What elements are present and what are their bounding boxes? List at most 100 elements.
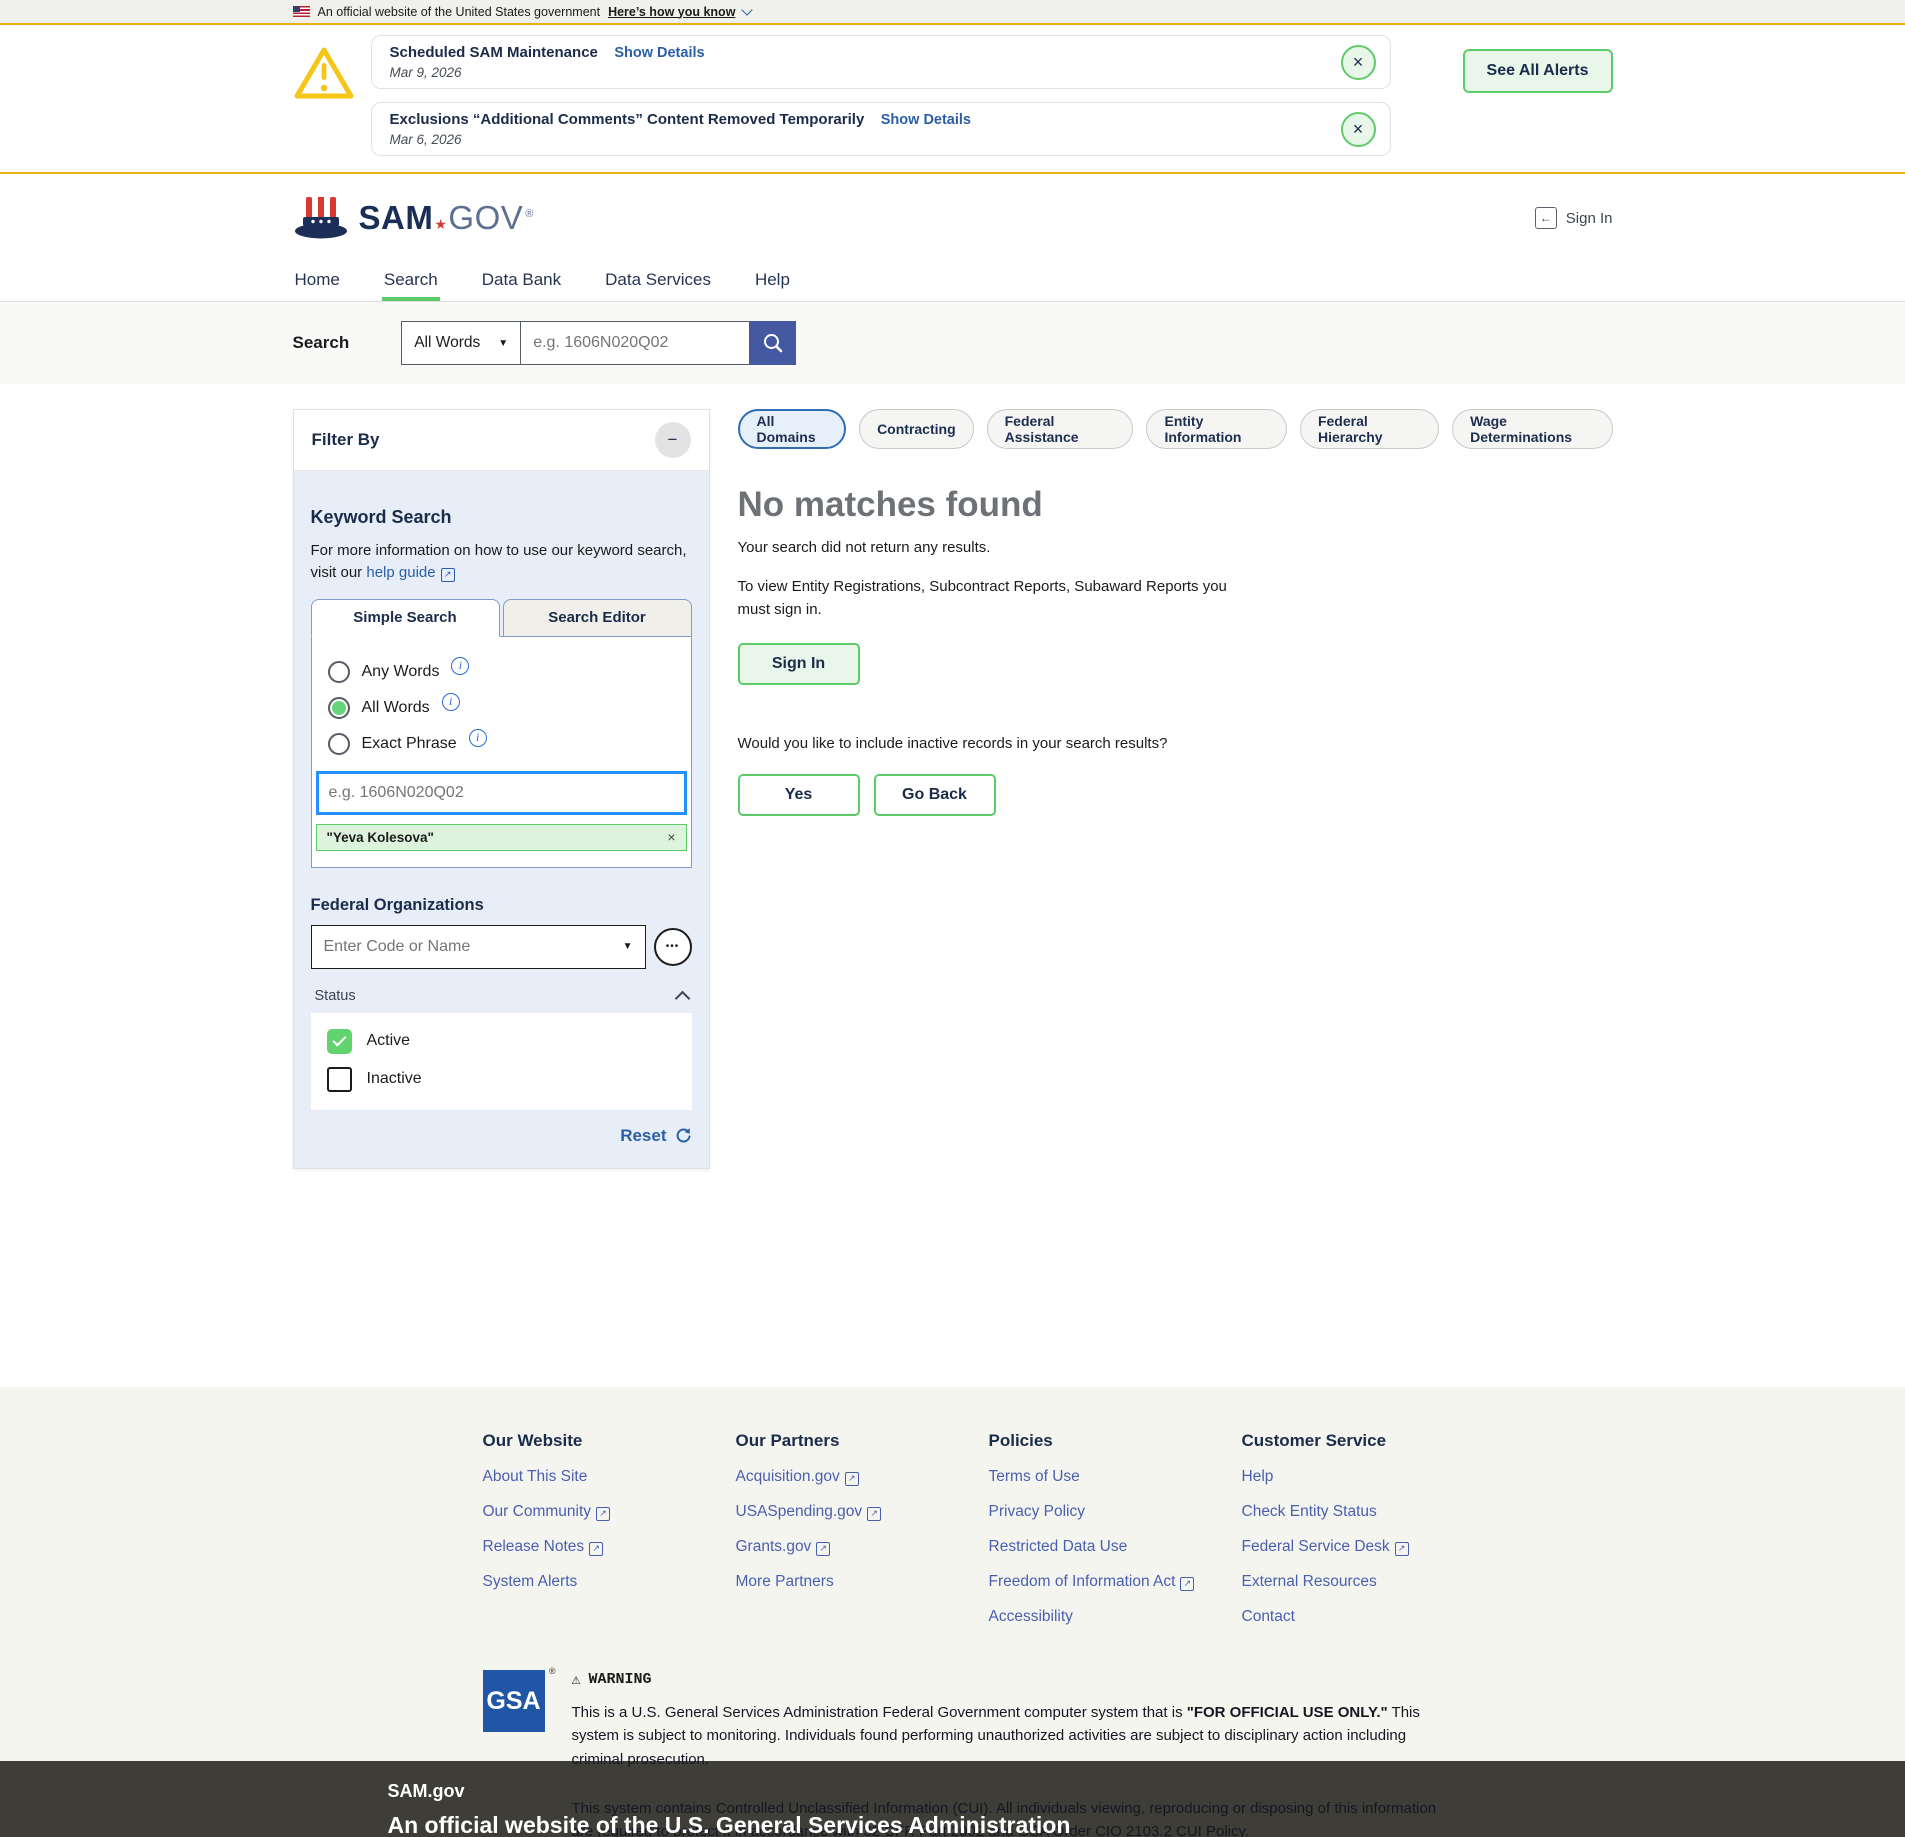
footer-col-heading: Our Partners	[736, 1431, 989, 1451]
reset-filters-link[interactable]: Reset	[620, 1126, 666, 1146]
radio-label: Any Words	[362, 663, 440, 681]
main-content: Filter By − Keyword Search For more info…	[293, 384, 1613, 1387]
search-mode-select[interactable]: All Words ▼	[401, 321, 521, 365]
info-icon[interactable]: i	[469, 729, 487, 747]
sign-in-button[interactable]: Sign In	[738, 643, 860, 685]
gov-banner: An official website of the United States…	[0, 0, 1905, 25]
sign-in-link[interactable]: ← Sign In	[1535, 207, 1613, 229]
footer-link-about-this-site[interactable]: About This Site	[483, 1468, 736, 1486]
keyword-input[interactable]	[316, 771, 687, 815]
tab-simple-search[interactable]: Simple Search	[311, 599, 500, 637]
footer-link-privacy-policy[interactable]: Privacy Policy	[989, 1503, 1242, 1521]
footer-link-terms-of-use[interactable]: Terms of Use	[989, 1468, 1242, 1486]
tab-search-editor[interactable]: Search Editor	[503, 599, 692, 637]
logo-gov-text: GOV	[448, 199, 523, 237]
alert-close-button[interactable]: ×	[1341, 112, 1376, 147]
footer-link-check-entity-status[interactable]: Check Entity Status	[1242, 1503, 1495, 1521]
refresh-icon[interactable]	[675, 1127, 692, 1144]
help-guide-link[interactable]: help guide↗	[366, 564, 454, 581]
sam-gov-page: An official website of the United States…	[0, 0, 1905, 1837]
no-results-message: Your search did not return any results.	[738, 539, 1613, 556]
alert-close-button[interactable]: ×	[1341, 45, 1376, 80]
sign-in-required-message: To view Entity Registrations, Subcontrac…	[738, 576, 1238, 621]
footer-link-acquisition-gov[interactable]: Acquisition.gov↗	[736, 1468, 989, 1486]
footer-col-our-website: Our Website About This Site Our Communit…	[483, 1431, 736, 1626]
pill-all-domains[interactable]: All Domains	[738, 409, 847, 449]
status-options: Active Inactive	[311, 1013, 692, 1110]
pill-contracting[interactable]: Contracting	[859, 409, 974, 449]
pill-federal-hierarchy[interactable]: Federal Hierarchy	[1300, 409, 1439, 449]
checkbox-active[interactable]: Active	[327, 1029, 692, 1054]
footer-link-contact[interactable]: Contact	[1242, 1608, 1495, 1626]
org-more-options-button[interactable]: •••	[654, 928, 692, 966]
footer-link-system-alerts[interactable]: System Alerts	[483, 1573, 736, 1591]
federal-org-placeholder: Enter Code or Name	[324, 938, 471, 956]
info-icon[interactable]: i	[451, 657, 469, 675]
nav-item-search[interactable]: Search	[382, 262, 440, 301]
ellipsis-icon: •••	[666, 941, 680, 952]
alert-title: Exclusions “Additional Comments” Content…	[390, 111, 865, 128]
footer-col-heading: Policies	[989, 1431, 1242, 1451]
nav-item-home[interactable]: Home	[293, 262, 342, 301]
footer-col-heading: Our Website	[483, 1431, 736, 1451]
heres-how-you-know-link[interactable]: Here’s how you know	[608, 5, 735, 19]
footer-link-more-partners[interactable]: More Partners	[736, 1573, 989, 1591]
sam-gov-logo[interactable]: SAM★GOV®	[293, 193, 534, 243]
footer-link-foia[interactable]: Freedom of Information Act↗	[989, 1573, 1242, 1591]
footer-link-our-community[interactable]: Our Community↗	[483, 1503, 736, 1521]
registered-mark: ®	[549, 1666, 556, 1676]
footer-link-external-resources[interactable]: External Resources	[1242, 1573, 1495, 1591]
chevron-down-icon[interactable]	[742, 4, 753, 15]
go-back-button[interactable]: Go Back	[874, 774, 996, 816]
federal-org-select[interactable]: Enter Code or Name ▼	[311, 925, 646, 969]
see-all-alerts-button[interactable]: See All Alerts	[1463, 49, 1613, 93]
caret-down-icon: ▼	[498, 338, 508, 349]
footer-link-restricted-data-use[interactable]: Restricted Data Use	[989, 1538, 1242, 1556]
footer-link-usaspending-gov[interactable]: USASpending.gov↗	[736, 1503, 989, 1521]
show-details-link[interactable]: Show Details	[881, 112, 971, 128]
nav-item-help[interactable]: Help	[753, 262, 792, 301]
search-input[interactable]	[521, 321, 750, 365]
keyword-search-heading: Keyword Search	[311, 507, 692, 528]
nav-item-data-bank[interactable]: Data Bank	[480, 262, 563, 301]
search-button[interactable]	[750, 321, 796, 365]
collapse-filters-button[interactable]: −	[655, 422, 691, 458]
checkbox-checked-icon[interactable]	[327, 1029, 352, 1054]
checkbox-inactive[interactable]: Inactive	[327, 1067, 692, 1092]
warning-icon: ⚠	[572, 1670, 581, 1689]
footer-link-release-notes[interactable]: Release Notes↗	[483, 1538, 736, 1556]
pill-wage-determinations[interactable]: Wage Determinations	[1452, 409, 1612, 449]
caret-down-icon: ▼	[623, 941, 633, 952]
status-section-toggle[interactable]: Status	[311, 979, 692, 1013]
footer-link-federal-service-desk[interactable]: Federal Service Desk↗	[1242, 1538, 1495, 1556]
radio-exact-phrase[interactable]: Exact Phrase i	[328, 733, 687, 755]
pill-federal-assistance[interactable]: Federal Assistance	[987, 409, 1134, 449]
info-icon[interactable]: i	[442, 693, 460, 711]
radio-all-words[interactable]: All Words i	[328, 697, 687, 719]
search-results: All Domains Contracting Federal Assistan…	[738, 409, 1613, 816]
nav-item-data-services[interactable]: Data Services	[603, 262, 713, 301]
radio-icon[interactable]	[328, 661, 350, 683]
radio-label: All Words	[362, 699, 430, 717]
external-link-icon: ↗	[589, 1542, 603, 1556]
search-icon	[762, 332, 784, 354]
checkbox-unchecked-icon[interactable]	[327, 1067, 352, 1092]
checkbox-label: Inactive	[367, 1070, 422, 1088]
sign-in-icon: ←	[1535, 207, 1557, 229]
filter-panel: Filter By − Keyword Search For more info…	[293, 409, 710, 1169]
yes-button[interactable]: Yes	[738, 774, 860, 816]
radio-icon[interactable]	[328, 733, 350, 755]
show-details-link[interactable]: Show Details	[614, 45, 704, 61]
radio-icon-selected[interactable]	[328, 697, 350, 719]
footer-link-help[interactable]: Help	[1242, 1468, 1495, 1486]
pill-entity-information[interactable]: Entity Information	[1146, 409, 1286, 449]
tag-remove-icon[interactable]: ×	[667, 829, 675, 845]
logo-sam-text: SAM	[359, 199, 434, 237]
search-mode-value: All Words	[414, 334, 480, 352]
footer-link-accessibility[interactable]: Accessibility	[989, 1608, 1242, 1626]
filter-by-title: Filter By	[312, 430, 380, 450]
checkbox-label: Active	[367, 1032, 411, 1050]
radio-any-words[interactable]: Any Words i	[328, 661, 687, 683]
warning-triangle-icon	[293, 45, 355, 101]
footer-link-grants-gov[interactable]: Grants.gov↗	[736, 1538, 989, 1556]
